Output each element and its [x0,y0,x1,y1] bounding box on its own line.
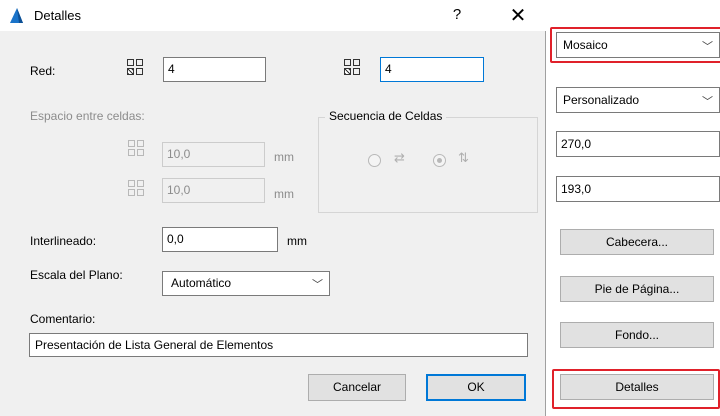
vertical-spacing-input[interactable]: 10,0 [162,178,265,203]
escala-select[interactable]: Automático ﹀ [162,271,330,296]
close-button[interactable]: ✕ [506,3,530,27]
horizontal-spacing-icon [128,140,144,156]
comentario-label: Comentario: [30,312,96,326]
vertical-sequence-icon: ⇅ [458,151,469,166]
horizontal-sequence-icon: ⇄ [394,151,405,166]
mosaico-highlight [550,27,720,63]
help-button[interactable]: ? [447,6,467,23]
grid-columns-icon [127,59,143,75]
title-bar: Detalles ? ✕ [0,0,546,31]
fondo-button[interactable]: Fondo... [560,322,714,348]
sequence-horizontal-radio[interactable] [368,154,381,167]
interlineado-label: Interlineado: [30,234,97,248]
width-input[interactable]: 270,0 [556,131,720,157]
archicad-logo-icon [8,7,25,24]
escala-label: Escala del Plano: [30,268,123,282]
spacing-label: Espacio entre celdas: [30,109,145,123]
interlineado-input[interactable]: 0,0 [162,227,278,252]
height-input[interactable]: 193,0 [556,176,720,202]
pie-de-pagina-button[interactable]: Pie de Página... [560,276,714,302]
vertical-spacing-unit: mm [274,187,294,201]
chevron-down-icon: ﹀ [702,95,713,108]
interlineado-unit: mm [287,234,307,248]
horizontal-spacing-unit: mm [274,150,294,164]
sequence-vertical-radio[interactable] [433,154,446,167]
red-rows-input[interactable]: 4 [380,57,484,82]
red-label: Red: [30,64,56,78]
vertical-spacing-icon [128,180,144,196]
escala-value: Automático [171,276,232,290]
detalles-highlight [552,369,720,409]
personalizado-value: Personalizado [563,93,640,107]
horizontal-spacing-input[interactable]: 10,0 [162,142,265,167]
dialog-title: Detalles [34,8,81,23]
grid-rows-icon [344,59,360,75]
sequence-title: Secuencia de Celdas [325,109,447,123]
sequence-groupbox [318,117,538,213]
details-dialog: Detalles ? ✕ Red: 4 4 Espacio entre celd… [0,0,546,416]
cancel-button[interactable]: Cancelar [308,374,406,401]
red-columns-input[interactable]: 4 [163,57,266,82]
chevron-down-icon: ﹀ [312,278,323,291]
cabecera-button[interactable]: Cabecera... [560,229,714,255]
ok-button[interactable]: OK [426,374,526,401]
comentario-input[interactable]: Presentación de Lista General de Element… [29,333,528,357]
personalizado-select[interactable]: Personalizado ﹀ [556,87,720,113]
